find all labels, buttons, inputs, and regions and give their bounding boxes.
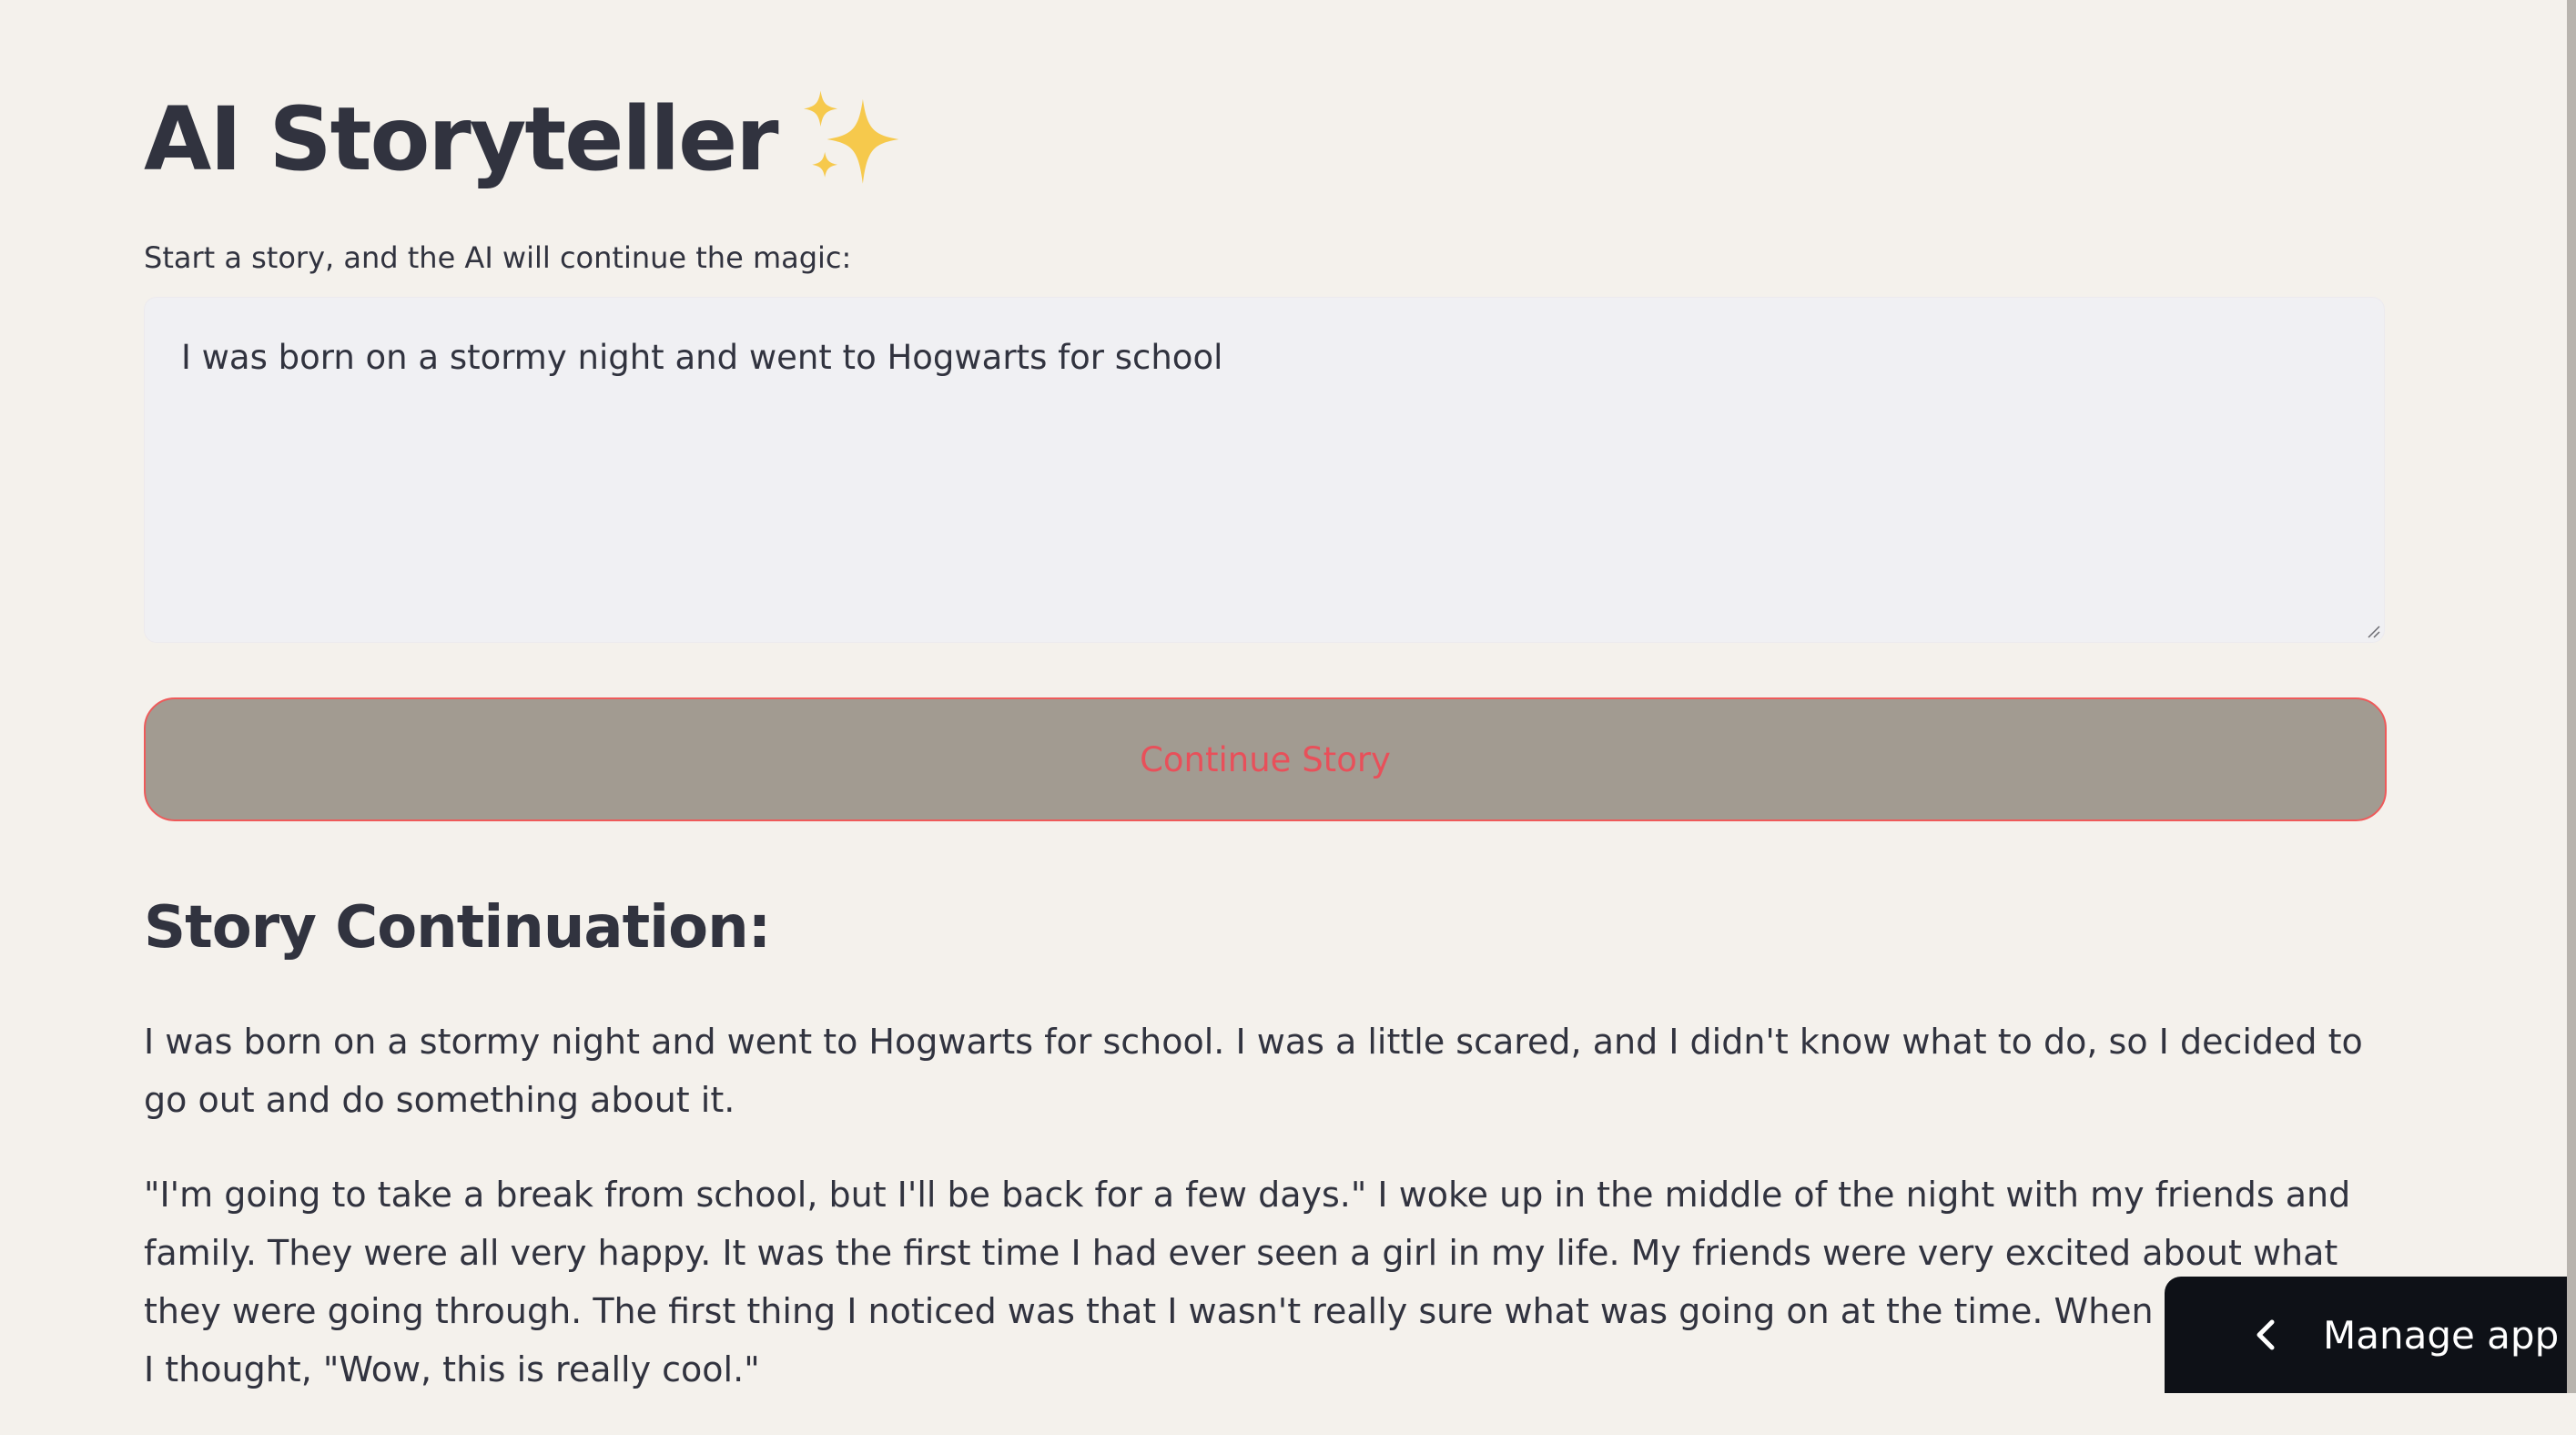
resize-grip-icon[interactable] <box>2366 624 2380 638</box>
manage-app-button[interactable]: Manage app <box>2165 1277 2576 1393</box>
story-continuation-heading: Story Continuation: <box>144 894 771 962</box>
scrollbar[interactable] <box>2567 0 2576 1393</box>
page-title: AI Storyteller <box>144 88 779 190</box>
story-paragraph: I was born on a stormy night and went to… <box>144 1022 2363 1120</box>
manage-app-label: Manage app <box>2323 1312 2560 1358</box>
story-paragraph: "I'm going to take a break from school, … <box>144 1175 2366 1389</box>
story-output: I was born on a stormy night and went to… <box>144 1013 2374 1435</box>
title-row: AI Storyteller <box>144 80 903 198</box>
story-input-label: Start a story, and the AI will continue … <box>144 240 852 275</box>
chevron-left-icon <box>2257 1319 2275 1350</box>
story-input-value[interactable]: I was born on a stormy night and went to… <box>181 338 2348 377</box>
sparkles-icon <box>803 90 898 184</box>
story-textarea[interactable]: I was born on a stormy night and went to… <box>144 297 2385 643</box>
continue-story-button[interactable]: Continue Story <box>144 697 2387 821</box>
